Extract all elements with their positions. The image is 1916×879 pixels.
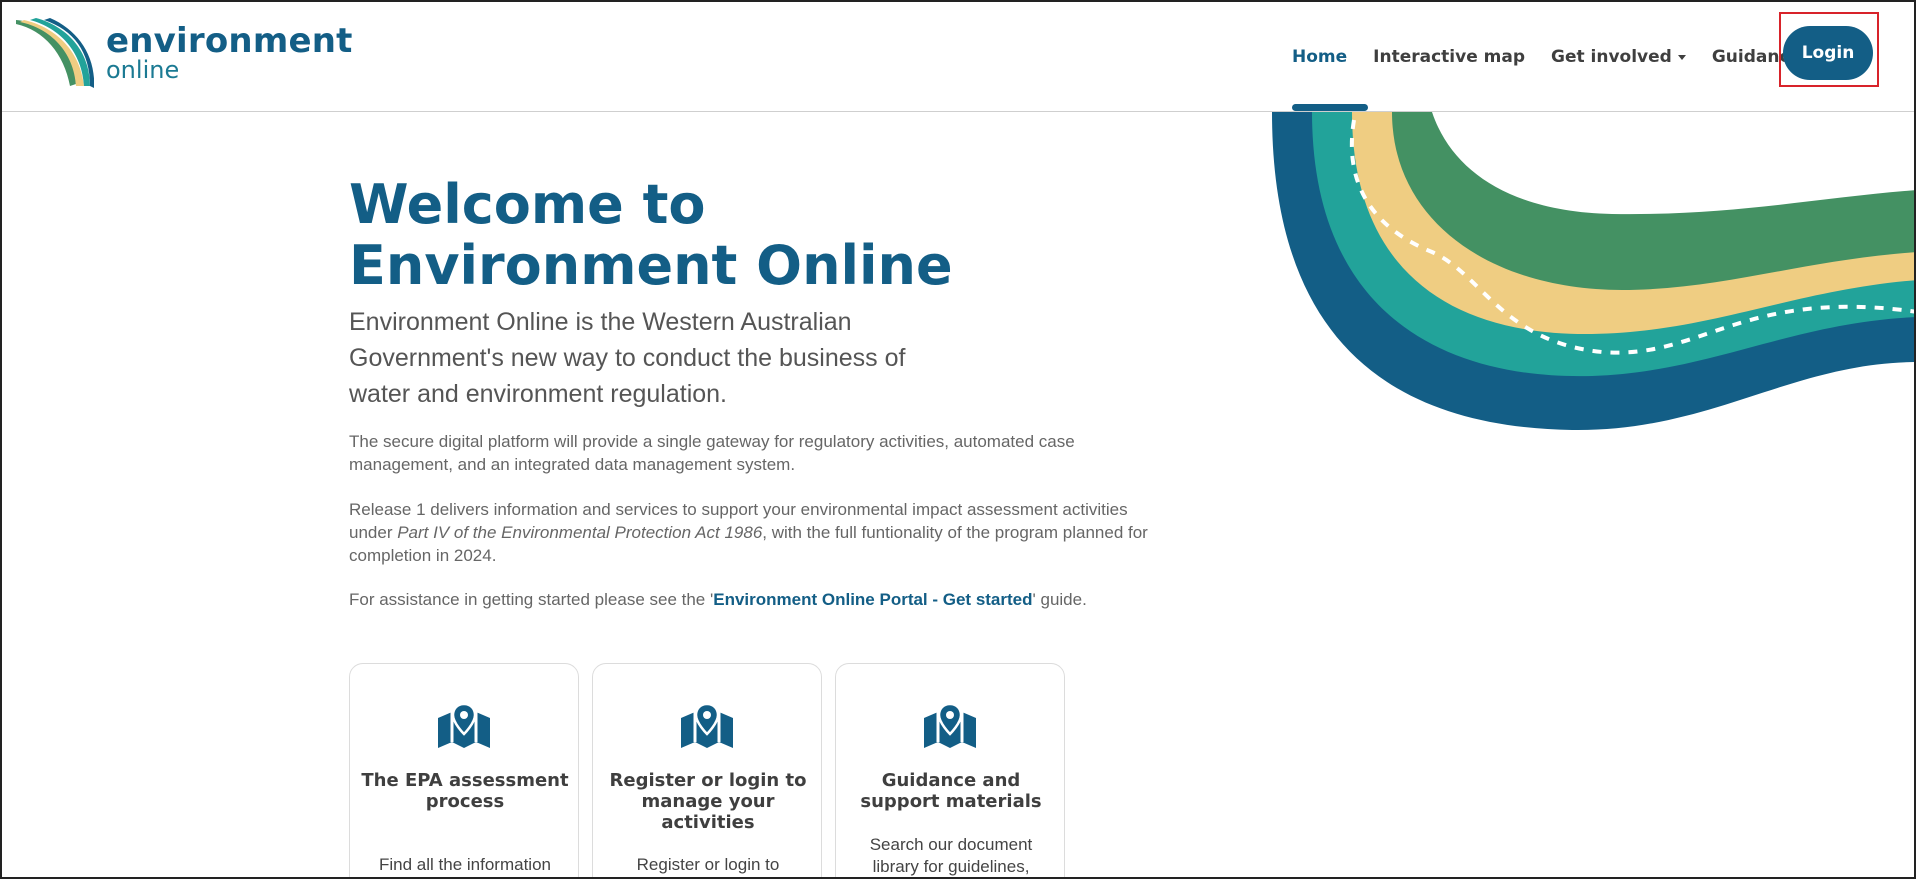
login-button[interactable]: Login (1783, 26, 1873, 80)
p2-act-name: Part IV of the Environmental Protection … (397, 523, 763, 542)
nav-interactive-map[interactable]: Interactive map (1373, 47, 1525, 67)
p3-text-before: For assistance in getting started please… (349, 590, 714, 609)
logo-subtitle: online (106, 56, 180, 84)
intro-paragraph-3: For assistance in getting started please… (349, 588, 1149, 611)
nav-get-involved[interactable]: Get involved (1551, 47, 1686, 67)
card-title: The EPA assessment process (361, 770, 569, 812)
card-title: Guidance and support materials (860, 770, 1042, 812)
card-title: Register or login to manage your activit… (609, 770, 807, 833)
map-marker-icon (924, 704, 976, 748)
logo-title: environment (106, 21, 353, 61)
intro-paragraph-2: Release 1 delivers information and servi… (349, 498, 1149, 567)
site-logo[interactable]: environment online (14, 16, 352, 88)
intro-paragraph-1: The secure digital platform will provide… (349, 432, 1075, 474)
site-header: environment online Home Interactive map … (2, 2, 1914, 112)
page-title-line-2: Environment Online (349, 234, 953, 297)
main-nav: Home Interactive map Get involved Guidan… (1292, 2, 1827, 112)
map-marker-icon (438, 704, 490, 748)
decorative-wave-graphic (1272, 112, 1914, 431)
browser-viewport: environment online Home Interactive map … (0, 0, 1916, 879)
page-title-line-1: Welcome to (349, 173, 706, 236)
card-description: Register or login to (636, 855, 780, 874)
map-marker-icon (681, 704, 733, 748)
feature-cards: The EPA assessment process Find all the … (349, 663, 1065, 877)
card-guidance-materials[interactable]: Guidance and support materials Search ou… (835, 663, 1065, 877)
card-description: Search our document library for guidelin… (869, 835, 1033, 876)
card-epa-assessment[interactable]: The EPA assessment process Find all the … (349, 663, 579, 877)
get-started-guide-link[interactable]: Environment Online Portal - Get started (713, 590, 1032, 609)
card-description: Find all the information (379, 855, 551, 874)
active-nav-indicator (1292, 104, 1368, 111)
nav-home[interactable]: Home (1292, 47, 1347, 67)
p3-text-after: ' guide. (1032, 590, 1087, 609)
page-title: Welcome to Environment Online (349, 174, 953, 296)
nav-get-involved-label: Get involved (1551, 47, 1672, 67)
card-register-login[interactable]: Register or login to manage your activit… (592, 663, 822, 877)
intro-lead: Environment Online is the Western Austra… (349, 308, 906, 408)
caret-down-icon (1677, 54, 1686, 60)
logo-swoosh-icon (16, 18, 94, 88)
